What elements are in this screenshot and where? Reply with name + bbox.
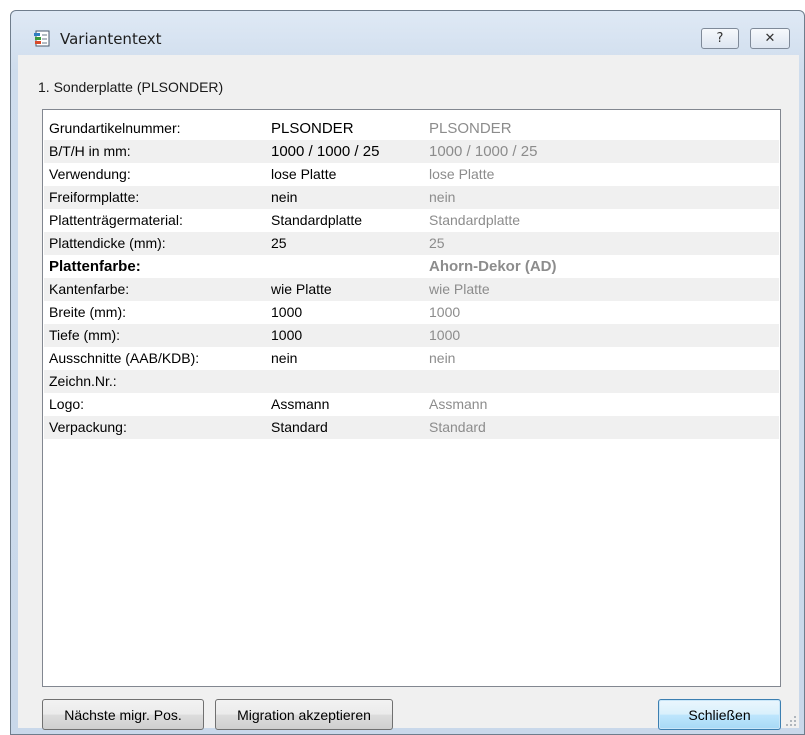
section-label: 1. Sonderplatte (PLSONDER) xyxy=(38,79,224,95)
title-bar[interactable]: Variantentext ? ✕ xyxy=(11,11,804,55)
row-migrated-value: Assmann xyxy=(429,396,488,412)
close-icon: ✕ xyxy=(764,31,776,46)
resize-grip-icon[interactable] xyxy=(785,714,797,726)
row-label: Grundartikelnummer: xyxy=(49,120,181,136)
row-label: Plattenfarbe: xyxy=(49,258,141,275)
list-row[interactable]: Verwendung: lose Platte lose Platte xyxy=(44,163,779,186)
row-value: Standardplatte xyxy=(271,212,363,228)
row-migrated-value: 1000 / 1000 / 25 xyxy=(429,143,538,160)
dialog-client-area: 1. Sonderplatte (PLSONDER) Grundartikeln… xyxy=(18,55,799,730)
row-migrated-value: 1000 xyxy=(429,327,461,343)
row-migrated-value: nein xyxy=(429,350,456,366)
row-migrated-value: nein xyxy=(429,189,456,205)
form-document-icon xyxy=(33,29,53,49)
list-row[interactable]: Plattenfarbe: Ahorn-Dekor (AD) xyxy=(44,255,779,278)
row-value: nein xyxy=(271,350,298,366)
row-value: Assmann xyxy=(271,396,330,412)
row-label: Logo: xyxy=(49,396,85,412)
list-row[interactable]: Tiefe (mm): 1000 1000 xyxy=(44,324,779,347)
row-migrated-value: lose Platte xyxy=(429,166,495,182)
row-migrated-value: 25 xyxy=(429,235,445,251)
accept-migration-button[interactable]: Migration akzeptieren xyxy=(215,699,393,730)
row-migrated-value: 1000 xyxy=(429,304,461,320)
row-migrated-value: Standard xyxy=(429,419,486,435)
row-value: wie Platte xyxy=(271,281,332,297)
list-row[interactable]: Breite (mm): 1000 1000 xyxy=(44,301,779,324)
close-button-label: Schließen xyxy=(688,706,751,723)
list-row[interactable]: Grundartikelnummer: PLSONDER PLSONDER xyxy=(44,117,779,140)
list-row[interactable]: Plattenträgermaterial: Standardplatte St… xyxy=(44,209,779,232)
row-label: Freiformplatte: xyxy=(49,189,140,205)
accept-migration-label: Migration akzeptieren xyxy=(237,706,371,723)
list-row[interactable]: B/T/H in mm: 1000 / 1000 / 25 1000 / 100… xyxy=(44,140,779,163)
list-row[interactable]: Kantenfarbe: wie Platte wie Platte xyxy=(44,278,779,301)
next-migrated-position-label: Nächste migr. Pos. xyxy=(64,706,182,723)
variantentext-dialog: Variantentext ? ✕ 1. Sonderplatte (PLSON… xyxy=(10,10,805,735)
row-label: Plattenträgermaterial: xyxy=(49,212,183,228)
row-value: nein xyxy=(271,189,298,205)
row-migrated-value: wie Platte xyxy=(429,281,490,297)
row-label: Verpackung: xyxy=(49,419,127,435)
list-row[interactable]: Zeichn.Nr.: xyxy=(44,370,779,393)
variant-text-list[interactable]: Grundartikelnummer: PLSONDER PLSONDER B/… xyxy=(42,109,781,687)
next-migrated-position-button[interactable]: Nächste migr. Pos. xyxy=(42,699,204,730)
row-value: lose Platte xyxy=(271,166,337,182)
close-window-button[interactable]: ✕ xyxy=(750,28,790,49)
row-label: Verwendung: xyxy=(49,166,131,182)
help-button[interactable]: ? xyxy=(701,28,739,49)
row-migrated-value: Ahorn-Dekor (AD) xyxy=(429,258,557,275)
row-label: Ausschnitte (AAB/KDB): xyxy=(49,350,200,366)
window-title: Variantentext xyxy=(60,30,162,48)
help-icon: ? xyxy=(716,31,724,46)
row-value: 1000 / 1000 / 25 xyxy=(271,143,380,160)
row-label: B/T/H in mm: xyxy=(49,143,131,159)
list-row[interactable]: Ausschnitte (AAB/KDB): nein nein xyxy=(44,347,779,370)
row-label: Breite (mm): xyxy=(49,304,126,320)
row-value: PLSONDER xyxy=(271,120,354,137)
row-value: 1000 xyxy=(271,304,303,320)
list-row[interactable]: Verpackung: Standard Standard xyxy=(44,416,779,439)
row-label: Zeichn.Nr.: xyxy=(49,373,117,389)
row-value: 1000 xyxy=(271,327,303,343)
row-migrated-value: Standardplatte xyxy=(429,212,521,228)
close-button[interactable]: Schließen xyxy=(658,699,781,730)
row-migrated-value: PLSONDER xyxy=(429,120,512,137)
list-row[interactable]: Plattendicke (mm): 25 25 xyxy=(44,232,779,255)
row-label: Plattendicke (mm): xyxy=(49,235,166,251)
list-row[interactable]: Freiformplatte: nein nein xyxy=(44,186,779,209)
list-row[interactable]: Logo: Assmann Assmann xyxy=(44,393,779,416)
variant-rows: Grundartikelnummer: PLSONDER PLSONDER B/… xyxy=(44,117,779,439)
row-label: Tiefe (mm): xyxy=(49,327,121,343)
row-label: Kantenfarbe: xyxy=(49,281,130,297)
row-value: 25 xyxy=(271,235,287,251)
row-value: Standard xyxy=(271,419,328,435)
